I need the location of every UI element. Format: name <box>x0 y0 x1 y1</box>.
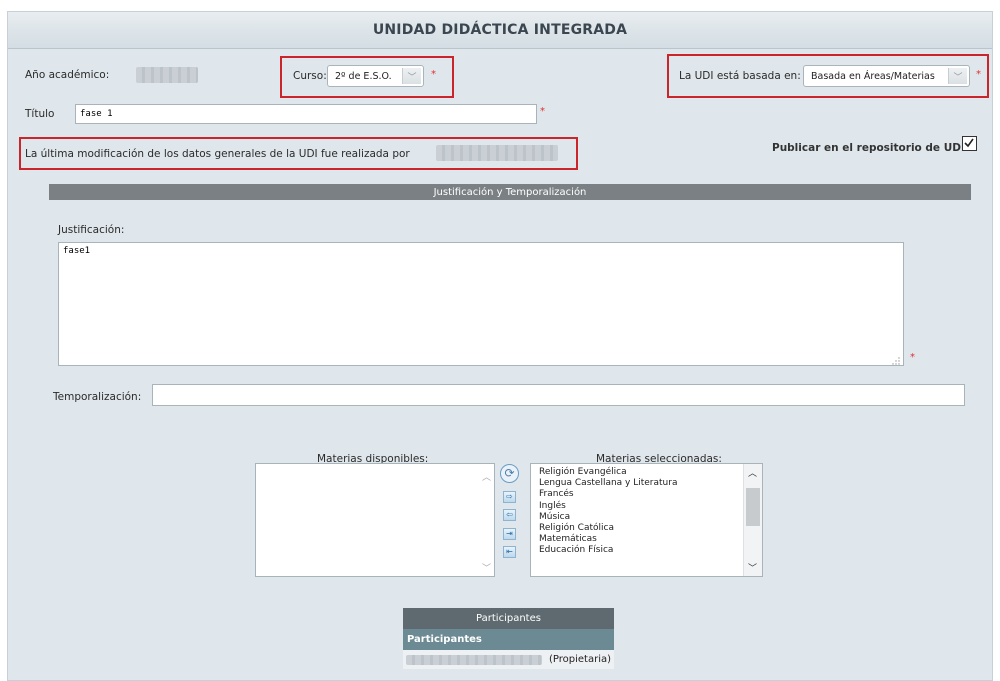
page-title: UNIDAD DIDÁCTICA INTEGRADA <box>8 12 992 49</box>
selected-subject-item[interactable]: Francés <box>531 489 762 500</box>
move-right-icon[interactable]: ⇨ <box>503 491 516 503</box>
selected-subject-item[interactable]: Educación Física <box>531 545 762 556</box>
justification-textarea[interactable]: fase1 <box>58 242 904 366</box>
selected-subject-item[interactable]: Inglés <box>531 501 762 512</box>
title-label: Título <box>25 108 55 120</box>
participants-table: Participantes Participantes (Propietaria… <box>403 608 614 669</box>
participants-header: Participantes <box>403 608 614 629</box>
scroll-up-icon[interactable]: ︿ <box>482 470 491 483</box>
title-required-mark: * <box>540 106 545 117</box>
selected-subject-item[interactable]: Lengua Castellana y Literatura <box>531 478 762 489</box>
scroll-down-icon[interactable]: ﹀ <box>482 561 491 574</box>
move-all-right-icon[interactable]: ⇥ <box>503 528 516 540</box>
section-header-justification: Justificación y Temporalización <box>49 184 971 200</box>
scrollbar[interactable]: ︿ ﹀ <box>743 464 762 576</box>
publish-label: Publicar en el repositorio de UDI's <box>772 142 975 154</box>
check-icon <box>964 138 974 148</box>
selected-subject-item[interactable]: Música <box>531 512 762 523</box>
title-input[interactable] <box>75 104 537 124</box>
refresh-icon[interactable]: ⟳ <box>500 464 519 483</box>
selected-subjects-items: Religión Evangélica Lengua Castellana y L… <box>531 464 762 557</box>
participant-row: (Propietaria) <box>403 650 614 669</box>
scrollbar-thumb[interactable] <box>746 488 760 526</box>
participant-role: (Propietaria) <box>548 654 611 665</box>
selected-subject-item[interactable]: Religión Evangélica <box>531 467 762 478</box>
justification-label: Justificación: <box>58 224 125 236</box>
available-subjects-list[interactable]: ︿ ﹀ <box>255 463 495 577</box>
udi-form-panel: UNIDAD DIDÁCTICA INTEGRADA Año académico… <box>7 11 993 681</box>
justification-required-mark: * <box>910 352 915 363</box>
selected-subjects-list[interactable]: Religión Evangélica Lengua Castellana y L… <box>530 463 763 577</box>
scroll-down-icon[interactable]: ﹀ <box>748 561 757 574</box>
highlight-last-modified <box>19 137 578 170</box>
temporalization-input[interactable] <box>152 384 965 406</box>
selected-subject-item[interactable]: Matemáticas <box>531 534 762 545</box>
highlight-course <box>280 56 454 98</box>
highlight-based-on <box>667 54 989 98</box>
temporalization-label: Temporalización: <box>53 391 142 403</box>
resize-handle-icon[interactable] <box>890 355 900 365</box>
move-left-icon[interactable]: ⇦ <box>503 509 516 521</box>
participants-subheader: Participantes <box>403 629 614 650</box>
scroll-up-icon[interactable]: ︿ <box>748 466 757 479</box>
move-all-left-icon[interactable]: ⇤ <box>503 546 516 558</box>
academic-year-label: Año académico: <box>25 69 110 81</box>
academic-year-value <box>136 67 198 83</box>
selected-subject-item[interactable]: Religión Católica <box>531 523 762 534</box>
participant-name <box>406 654 542 665</box>
publish-checkbox[interactable] <box>962 136 977 151</box>
